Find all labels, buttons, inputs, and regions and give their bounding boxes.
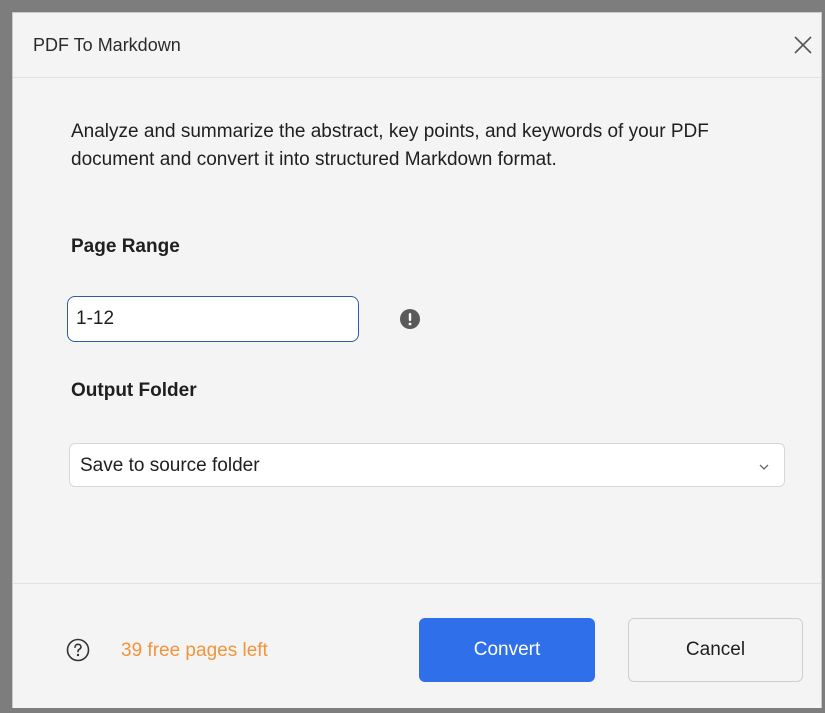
cancel-button[interactable]: Cancel bbox=[628, 618, 803, 682]
output-folder-select[interactable]: Save to source folder bbox=[69, 443, 785, 487]
dialog-title: PDF To Markdown bbox=[33, 35, 181, 55]
close-icon[interactable] bbox=[791, 33, 815, 57]
chevron-down-icon bbox=[758, 460, 770, 472]
dialog-titlebar: PDF To Markdown bbox=[13, 13, 821, 78]
exclamation-circle-icon[interactable] bbox=[399, 308, 421, 330]
output-folder-label: Output Folder bbox=[71, 380, 197, 401]
description-text: Analyze and summarize the abstract, key … bbox=[71, 121, 709, 170]
output-folder-value: Save to source folder bbox=[80, 455, 260, 476]
page-range-input[interactable] bbox=[67, 296, 359, 342]
question-circle-icon[interactable] bbox=[66, 638, 90, 662]
dialog-body: Analyze and summarize the abstract, key … bbox=[13, 78, 821, 583]
page-range-label: Page Range bbox=[71, 236, 180, 257]
dialog-footer: 39 free pages left Convert Cancel bbox=[13, 583, 821, 708]
pdf-to-markdown-dialog: PDF To Markdown Analyze and summarize th… bbox=[12, 12, 822, 708]
free-pages-remaining: 39 free pages left bbox=[121, 640, 268, 661]
convert-button[interactable]: Convert bbox=[419, 618, 595, 682]
